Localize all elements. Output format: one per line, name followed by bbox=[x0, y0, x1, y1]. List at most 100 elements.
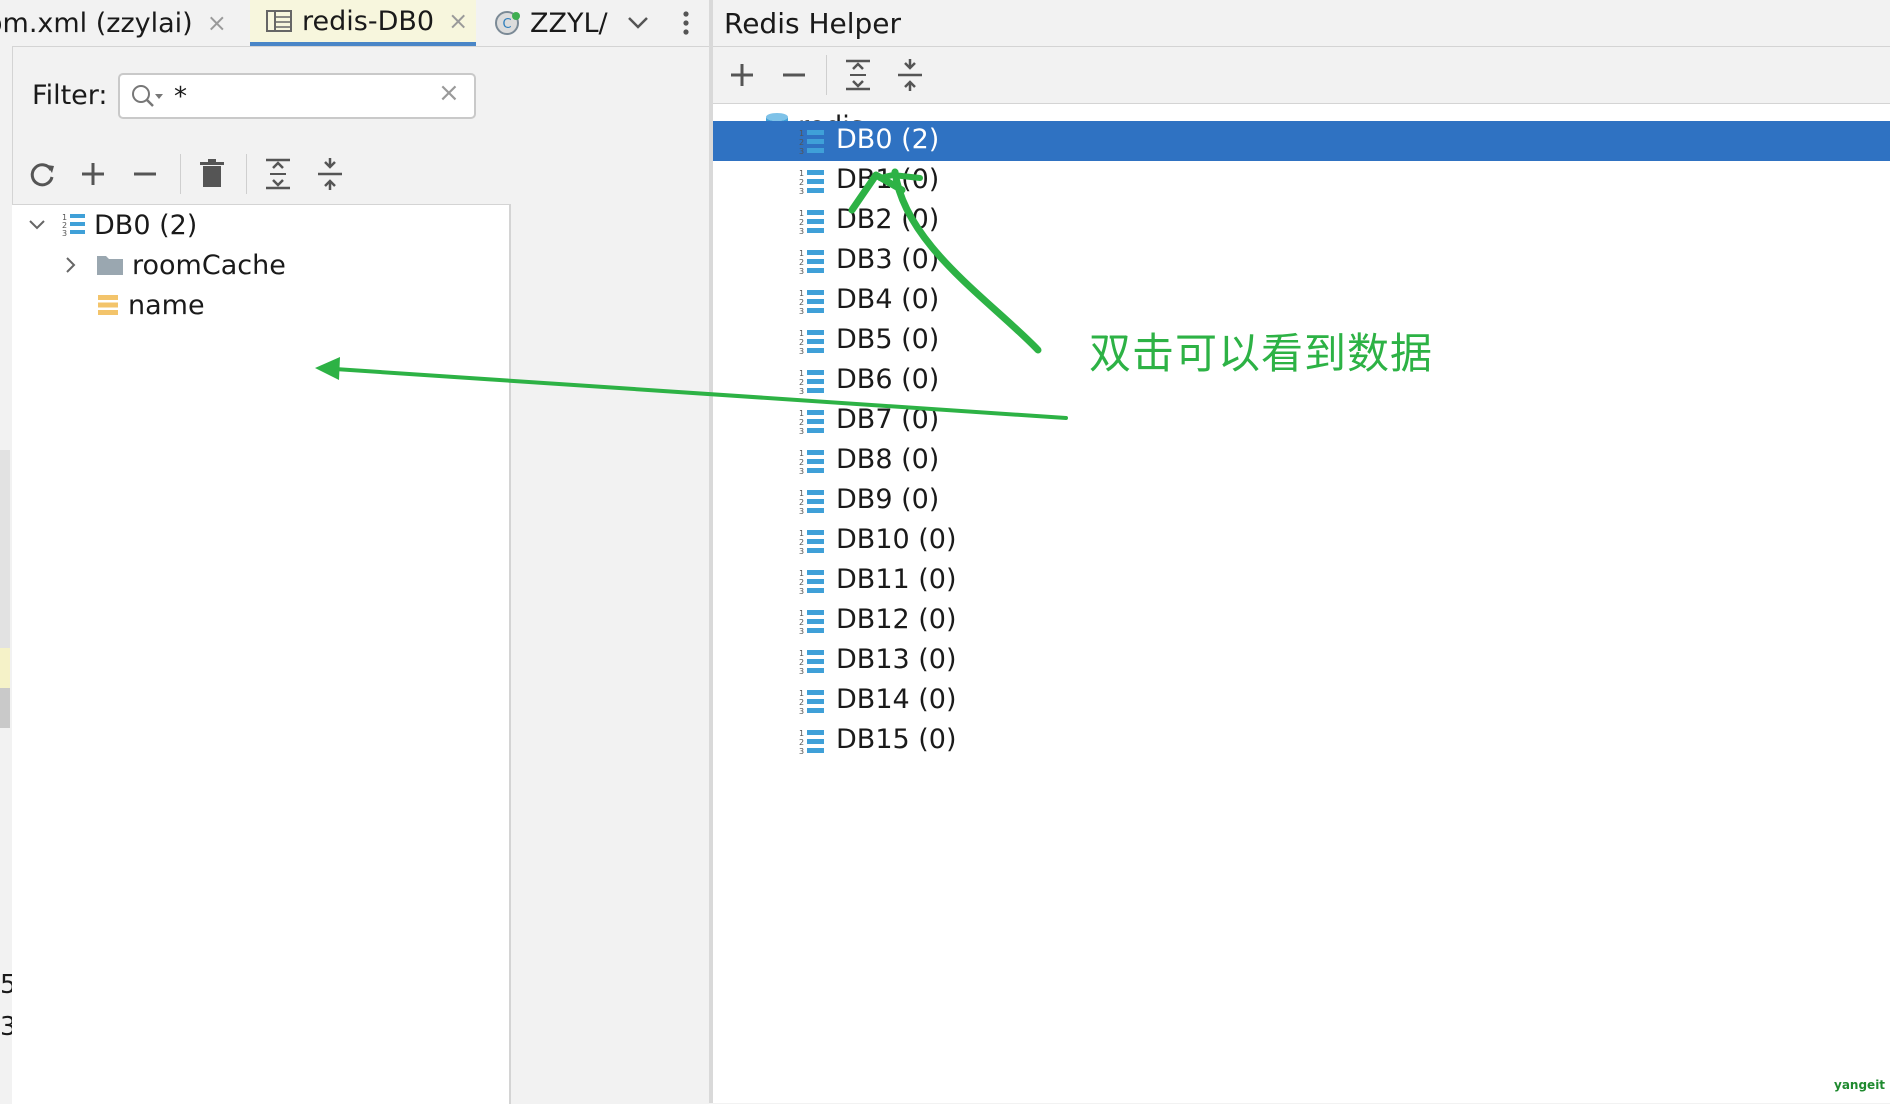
tab-redis-close-icon[interactable]: × bbox=[448, 7, 468, 35]
tree-node-db14[interactable]: 1 2 3 DB14 (0) bbox=[713, 681, 1890, 721]
add-connection-icon[interactable] bbox=[722, 55, 762, 95]
tree-node-db2[interactable]: 1 2 3 DB2 (0) bbox=[713, 201, 1890, 241]
svg-text:1: 1 bbox=[799, 449, 804, 458]
svg-text:2: 2 bbox=[799, 298, 804, 307]
database-list-icon: 123 bbox=[799, 168, 827, 196]
tree-node-label: DB13 (0) bbox=[836, 644, 957, 675]
svg-text:1: 1 bbox=[799, 209, 804, 218]
search-icon[interactable] bbox=[130, 83, 164, 111]
tab-zzyl[interactable]: C ZZYL/ bbox=[490, 0, 614, 46]
tree-node-label: DB0 (2) bbox=[836, 124, 940, 155]
tree-node-label: DB4 (0) bbox=[836, 284, 940, 315]
watermark: yangeit bbox=[1834, 1078, 1886, 1092]
toolbar-separator bbox=[826, 55, 827, 95]
tree-node-roomcache[interactable]: roomCache bbox=[58, 245, 286, 285]
svg-text:2: 2 bbox=[799, 578, 804, 587]
tree-node-db15[interactable]: 1 2 3 DB15 (0) bbox=[713, 721, 1890, 761]
svg-text:3: 3 bbox=[799, 387, 804, 396]
tree-node-db13[interactable]: 1 2 3 DB13 (0) bbox=[713, 641, 1890, 681]
svg-text:3: 3 bbox=[799, 427, 804, 436]
expand-all-icon[interactable] bbox=[258, 154, 298, 194]
svg-text:2: 2 bbox=[799, 218, 804, 227]
svg-text:1: 1 bbox=[799, 649, 804, 658]
database-list-icon: 123 bbox=[799, 368, 827, 396]
folder-icon bbox=[96, 253, 124, 277]
svg-text:1: 1 bbox=[799, 689, 804, 698]
svg-text:1: 1 bbox=[799, 369, 804, 378]
database-list-icon: 123 bbox=[799, 728, 827, 756]
svg-text:1: 1 bbox=[799, 289, 804, 298]
chevron-right-icon[interactable] bbox=[58, 256, 84, 274]
tree-node-label: DB14 (0) bbox=[836, 684, 957, 715]
tree-node-label: DB11 (0) bbox=[836, 564, 957, 595]
tree-node-name[interactable]: name bbox=[84, 285, 205, 325]
svg-text:3: 3 bbox=[799, 547, 804, 556]
connection-tree: redis 123DB0 (2)123DB1 (0)123DB2 (0)123D… bbox=[713, 104, 1890, 1103]
database-list-icon: 123 bbox=[799, 408, 827, 436]
tree-node-db7[interactable]: 1 2 3 DB7 (0) bbox=[713, 401, 1890, 441]
tree-node-db10[interactable]: 1 2 3 DB10 (0) bbox=[713, 521, 1890, 561]
svg-text:3: 3 bbox=[799, 587, 804, 596]
tree-node-label: DB3 (0) bbox=[836, 244, 940, 275]
tree-node-db4[interactable]: 1 2 3 DB4 (0) bbox=[713, 281, 1890, 321]
svg-text:2: 2 bbox=[799, 258, 804, 267]
tab-redis-label: redis-DB0 bbox=[302, 5, 435, 37]
filter-field[interactable]: × bbox=[118, 73, 476, 119]
string-key-icon bbox=[96, 293, 120, 317]
tree-node-label: name bbox=[128, 289, 205, 321]
svg-text:3: 3 bbox=[799, 187, 804, 196]
tree-node-db1[interactable]: 1 2 3 DB1 (0) bbox=[713, 161, 1890, 201]
chevron-down-icon[interactable] bbox=[24, 219, 50, 231]
tab-pom-close-icon[interactable]: × bbox=[207, 9, 227, 37]
svg-text:3: 3 bbox=[799, 227, 804, 236]
svg-text:C: C bbox=[502, 17, 511, 32]
filter-label: Filter: bbox=[32, 80, 108, 111]
filter-input[interactable] bbox=[174, 81, 434, 113]
tree-node-db9[interactable]: 1 2 3 DB9 (0) bbox=[713, 481, 1890, 521]
remove-icon[interactable] bbox=[125, 154, 165, 194]
svg-text:2: 2 bbox=[799, 138, 804, 147]
tree-node-db0[interactable]: 123 DB0 (2) bbox=[24, 205, 197, 245]
tree-node-db8[interactable]: 1 2 3 DB8 (0) bbox=[713, 441, 1890, 481]
key-tree: 123 DB0 (2) roomCache name bbox=[12, 204, 511, 1104]
database-list-icon: 123 bbox=[799, 288, 827, 316]
svg-text:1: 1 bbox=[799, 409, 804, 418]
svg-text:3: 3 bbox=[799, 627, 804, 636]
add-icon[interactable] bbox=[73, 154, 113, 194]
tree-node-label: DB6 (0) bbox=[836, 364, 940, 395]
expand-all-icon[interactable] bbox=[838, 55, 878, 95]
more-options-icon[interactable] bbox=[668, 0, 704, 46]
svg-text:2: 2 bbox=[799, 378, 804, 387]
clear-icon[interactable]: × bbox=[438, 78, 460, 108]
tree-node-db12[interactable]: 1 2 3 DB12 (0) bbox=[713, 601, 1890, 641]
tree-node-label: DB5 (0) bbox=[836, 324, 940, 355]
svg-text:1: 1 bbox=[799, 249, 804, 258]
collapse-all-icon[interactable] bbox=[310, 154, 350, 194]
remove-connection-icon[interactable] bbox=[774, 55, 814, 95]
tree-node-label: DB9 (0) bbox=[836, 484, 940, 515]
svg-text:1: 1 bbox=[799, 569, 804, 578]
tab-zzyl-label: ZZYL/ bbox=[530, 7, 608, 39]
svg-text:1: 1 bbox=[799, 489, 804, 498]
tree-node-label: DB0 (2) bbox=[94, 209, 198, 241]
tree-node-label: DB7 (0) bbox=[836, 404, 940, 435]
collapse-all-icon[interactable] bbox=[890, 55, 930, 95]
tree-node-db11[interactable]: 1 2 3 DB11 (0) bbox=[713, 561, 1890, 601]
table-icon bbox=[266, 9, 292, 33]
refresh-icon[interactable] bbox=[22, 154, 62, 194]
tab-redis-db0[interactable]: redis-DB0 × bbox=[250, 0, 476, 46]
tree-node-label: DB12 (0) bbox=[836, 604, 957, 635]
svg-text:2: 2 bbox=[799, 418, 804, 427]
tree-node-label: DB1 (0) bbox=[836, 164, 940, 195]
database-list-icon: 123 bbox=[799, 688, 827, 716]
svg-text:2: 2 bbox=[799, 458, 804, 467]
tree-node-db3[interactable]: 1 2 3 DB3 (0) bbox=[713, 241, 1890, 281]
delete-icon[interactable] bbox=[192, 154, 232, 194]
svg-text:3: 3 bbox=[799, 507, 804, 516]
svg-text:3: 3 bbox=[799, 307, 804, 316]
database-list-icon: 123 bbox=[799, 128, 827, 156]
tree-node-label: DB8 (0) bbox=[836, 444, 940, 475]
tree-node-db0[interactable]: 1 2 3 DB0 (2) bbox=[713, 121, 1890, 161]
tab-overflow-chevron-down-icon[interactable] bbox=[618, 0, 658, 46]
tab-pom-xml[interactable]: om.xml (zzylai) × bbox=[0, 0, 248, 46]
